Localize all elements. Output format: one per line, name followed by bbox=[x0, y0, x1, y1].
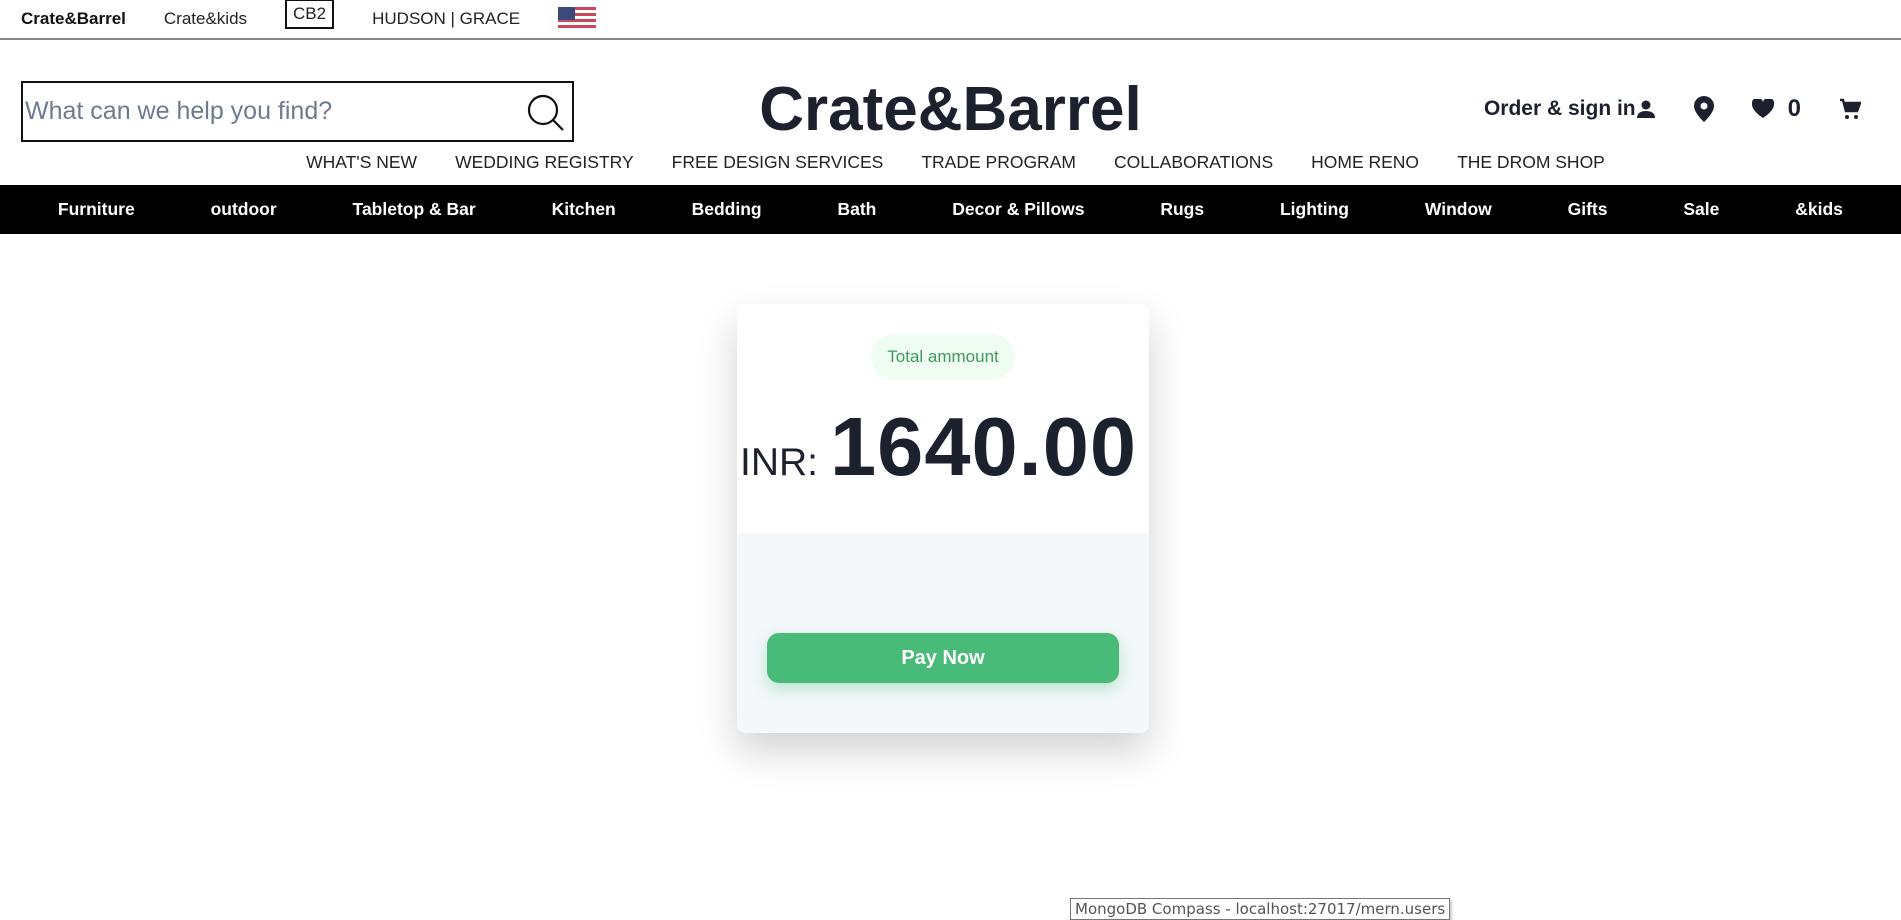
category-rugs[interactable]: Rugs bbox=[1160, 199, 1204, 220]
category-decor-pillows[interactable]: Decor & Pillows bbox=[952, 199, 1084, 220]
category-bar: Furniture outdoor Tabletop & Bar Kitchen… bbox=[0, 185, 1901, 234]
us-flag-icon[interactable] bbox=[558, 7, 597, 31]
currency-label: INR: bbox=[740, 441, 818, 484]
category-kitchen[interactable]: Kitchen bbox=[552, 199, 616, 220]
store-locator-button[interactable] bbox=[1693, 96, 1714, 122]
nav-collaborations[interactable]: COLLABORATIONS bbox=[1114, 152, 1273, 173]
brand-link-hudson-grace[interactable]: HUDSON | GRACE bbox=[372, 9, 520, 29]
nav-drom-shop[interactable]: THE DROM SHOP bbox=[1457, 152, 1605, 173]
header: Crate&Barrel Order & sign in 0 bbox=[0, 40, 1901, 144]
category-sale[interactable]: Sale bbox=[1683, 199, 1719, 220]
category-window[interactable]: Window bbox=[1425, 199, 1492, 220]
pay-now-button[interactable]: Pay Now bbox=[767, 633, 1119, 683]
brand-bar: Crate&Barrel Crate&kids CB2 HUDSON | GRA… bbox=[0, 0, 1901, 40]
payment-card: Total ammount INR: 1640.00 Pay Now bbox=[737, 304, 1149, 733]
total-amount-badge: Total ammount bbox=[871, 334, 1015, 380]
nav-wedding-registry[interactable]: WEDDING REGISTRY bbox=[455, 152, 634, 173]
category-kids[interactable]: &kids bbox=[1795, 199, 1843, 220]
brand-link-crate-barrel[interactable]: Crate&Barrel bbox=[21, 9, 126, 29]
brand-link-crate-kids[interactable]: Crate&kids bbox=[164, 9, 247, 29]
location-pin-icon bbox=[1693, 96, 1714, 122]
category-bedding[interactable]: Bedding bbox=[692, 199, 762, 220]
taskbar-tooltip: MongoDB Compass - localhost:27017/mern.u… bbox=[1070, 898, 1451, 920]
wishlist-count: 0 bbox=[1787, 95, 1801, 122]
category-tabletop-bar[interactable]: Tabletop & Bar bbox=[353, 199, 476, 220]
nav-home-reno[interactable]: HOME RENO bbox=[1311, 152, 1419, 173]
category-furniture[interactable]: Furniture bbox=[58, 199, 135, 220]
cart-button[interactable] bbox=[1839, 98, 1861, 120]
heart-icon bbox=[1751, 99, 1774, 118]
cart-icon bbox=[1840, 98, 1861, 119]
total-amount: INR: 1640.00 bbox=[740, 399, 1137, 495]
category-bath[interactable]: Bath bbox=[837, 199, 876, 220]
wishlist-button[interactable]: 0 bbox=[1751, 95, 1801, 123]
sign-in-label: Order & sign in bbox=[1483, 97, 1636, 120]
header-actions: Order & sign in 0 bbox=[1446, 95, 1861, 123]
user-icon bbox=[1636, 100, 1655, 118]
nav-trade-program[interactable]: TRADE PROGRAM bbox=[921, 152, 1076, 173]
category-outdoor[interactable]: outdoor bbox=[211, 199, 277, 220]
sign-in-button[interactable]: Order & sign in bbox=[1484, 97, 1656, 121]
nav-whats-new[interactable]: WHAT'S NEW bbox=[306, 152, 417, 173]
category-lighting[interactable]: Lighting bbox=[1280, 199, 1349, 220]
amount-value: 1640.00 bbox=[830, 400, 1138, 493]
main-nav: WHAT'S NEW WEDDING REGISTRY FREE DESIGN … bbox=[0, 140, 1901, 185]
nav-free-design-services[interactable]: FREE DESIGN SERVICES bbox=[672, 152, 884, 173]
category-gifts[interactable]: Gifts bbox=[1568, 199, 1608, 220]
payment-summary: Total ammount INR: 1640.00 bbox=[737, 304, 1149, 533]
brand-link-cb2[interactable]: CB2 bbox=[285, 0, 335, 29]
